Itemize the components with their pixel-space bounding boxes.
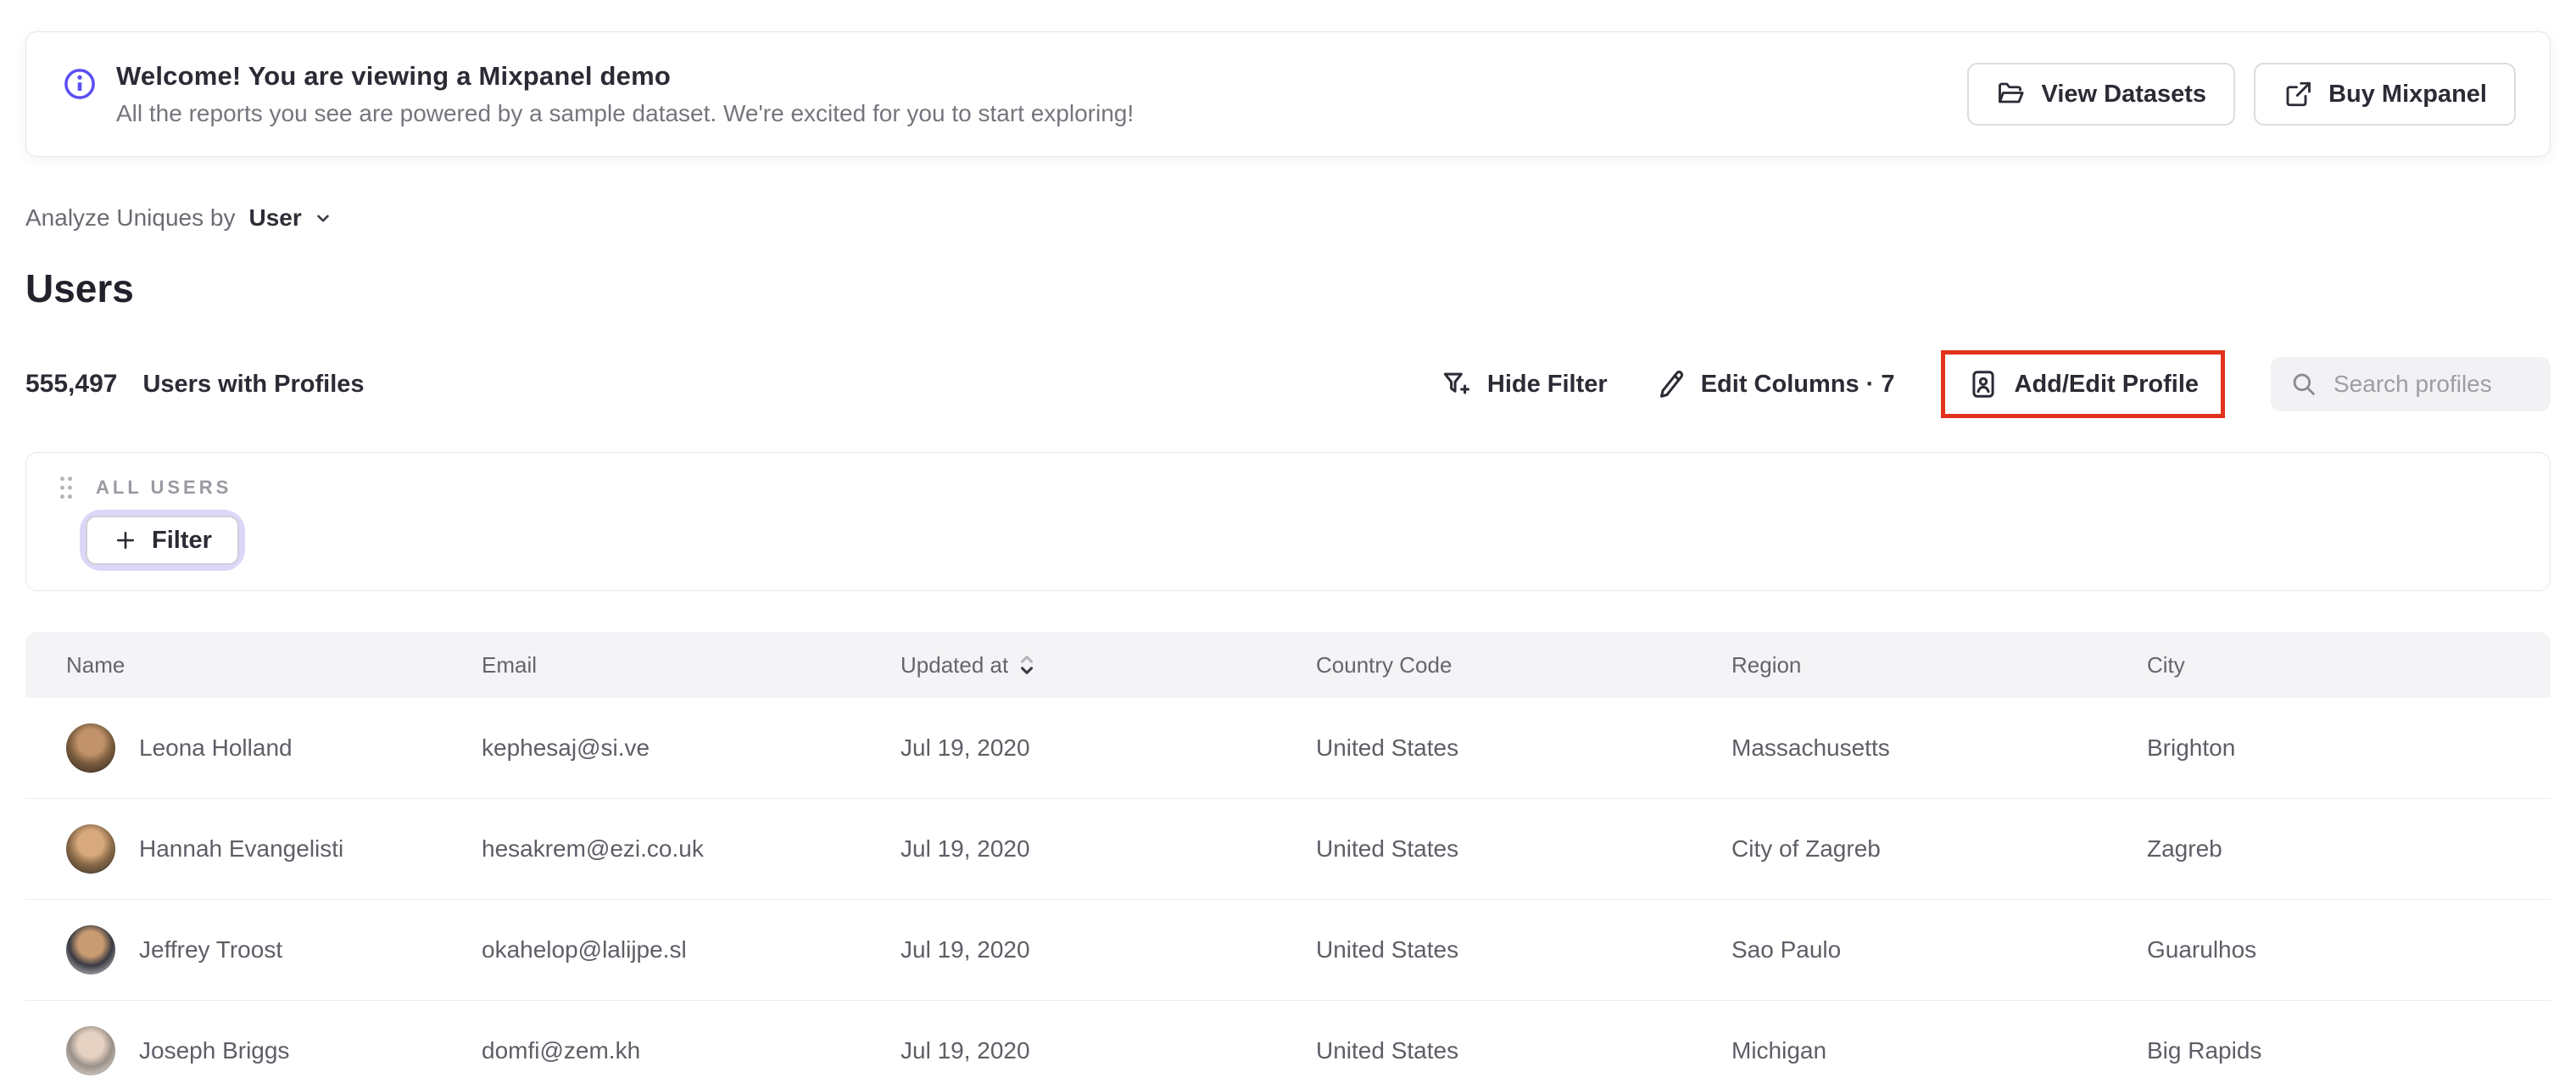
info-icon: [62, 66, 98, 102]
plus-icon: [113, 528, 138, 553]
table-row[interactable]: Hannah Evangelisti hesakrem@ezi.co.uk Ju…: [25, 799, 2551, 900]
table-header-row: Name Email Updated at Country Code Regio…: [25, 632, 2551, 698]
funnel-plus-icon: [1440, 368, 1472, 400]
edit-columns-label: Edit Columns · 7: [1700, 370, 1895, 398]
search-profiles-box[interactable]: [2271, 357, 2551, 411]
avatar: [66, 824, 115, 874]
user-city: Brighton: [2147, 734, 2236, 761]
add-edit-profile-button[interactable]: Add/Edit Profile: [1967, 368, 2200, 400]
view-datasets-button[interactable]: View Datasets: [1966, 63, 2236, 126]
table-row[interactable]: Jeffrey Troost okahelop@lalijpe.sl Jul 1…: [25, 900, 2551, 1001]
column-header-name[interactable]: Name: [25, 652, 441, 679]
user-name: Jeffrey Troost: [139, 936, 283, 963]
user-region: City of Zagreb: [1731, 835, 1881, 862]
view-datasets-label: View Datasets: [2041, 80, 2207, 108]
user-updated-at: Jul 19, 2020: [900, 734, 1030, 761]
hide-filter-button[interactable]: Hide Filter: [1440, 368, 1608, 400]
hide-filter-label: Hide Filter: [1486, 370, 1608, 398]
profile-badge-icon: [1967, 368, 1999, 400]
column-header-country-code[interactable]: Country Code: [1275, 652, 1691, 679]
user-country-code: United States: [1316, 734, 1459, 761]
user-country-code: United States: [1316, 1037, 1459, 1064]
filter-button-focus-ring: Filter: [86, 516, 239, 565]
analyze-by-label: Analyze Uniques by: [25, 204, 236, 231]
profiles-count: 555,497: [25, 370, 118, 398]
banner-subtitle: All the reports you see are powered by a…: [116, 100, 1135, 126]
user-email: hesakrem@ezi.co.uk: [482, 835, 704, 862]
summary-toolbar-row: 555,497 Users with Profiles Hide Filter: [25, 350, 2551, 418]
annotation-highlight-box: Add/Edit Profile: [1940, 350, 2225, 418]
user-email: domfi@zem.kh: [482, 1037, 641, 1064]
add-edit-profile-label: Add/Edit Profile: [2014, 370, 2200, 398]
user-name: Joseph Briggs: [139, 1037, 290, 1064]
edit-columns-button[interactable]: Edit Columns · 7: [1653, 368, 1895, 400]
analyze-by-value: User: [248, 204, 302, 231]
column-header-updated-at[interactable]: Updated at: [860, 652, 1275, 679]
user-region: Michigan: [1731, 1037, 1827, 1064]
avatar: [66, 1026, 115, 1075]
user-name: Hannah Evangelisti: [139, 835, 344, 862]
sort-icon[interactable]: [1018, 653, 1035, 677]
banner-title: Welcome! You are viewing a Mixpanel demo: [116, 61, 672, 91]
user-country-code: United States: [1316, 835, 1459, 862]
column-header-city[interactable]: City: [2106, 652, 2551, 679]
drag-handle-icon[interactable]: [57, 475, 75, 500]
user-country-code: United States: [1316, 936, 1459, 963]
page-title: Users: [25, 266, 134, 310]
user-updated-at: Jul 19, 2020: [900, 936, 1030, 963]
demo-banner: Welcome! You are viewing a Mixpanel demo…: [25, 31, 2551, 157]
user-email: kephesaj@si.ve: [482, 734, 650, 761]
user-email: okahelop@lalijpe.sl: [482, 936, 687, 963]
user-city: Guarulhos: [2147, 936, 2257, 963]
all-users-group-label: ALL USERS: [96, 477, 232, 498]
users-page: Welcome! You are viewing a Mixpanel demo…: [0, 31, 2576, 1089]
folder-icon: [1996, 79, 2027, 109]
table-row[interactable]: Leona Holland kephesaj@si.ve Jul 19, 202…: [25, 698, 2551, 799]
filter-panel: ALL USERS Filter: [25, 452, 2551, 591]
analyze-uniques-row: Analyze Uniques by User: [25, 204, 2551, 232]
pencil-icon: [1653, 368, 1686, 400]
add-filter-button[interactable]: Filter: [86, 516, 239, 565]
column-header-email[interactable]: Email: [441, 652, 860, 679]
buy-mixpanel-label: Buy Mixpanel: [2328, 80, 2487, 108]
user-updated-at: Jul 19, 2020: [900, 1037, 1030, 1064]
external-link-icon: [2283, 79, 2313, 109]
column-header-region[interactable]: Region: [1691, 652, 2106, 679]
user-city: Zagreb: [2147, 835, 2222, 862]
user-region: Massachusetts: [1731, 734, 1890, 761]
user-name: Leona Holland: [139, 734, 293, 761]
user-updated-at: Jul 19, 2020: [900, 835, 1030, 862]
user-city: Big Rapids: [2147, 1037, 2262, 1064]
profiles-count-label: Users with Profiles: [142, 371, 365, 398]
analyze-by-dropdown[interactable]: User: [248, 204, 333, 232]
avatar: [66, 925, 115, 975]
add-filter-label: Filter: [152, 526, 212, 554]
table-row[interactable]: Joseph Briggs domfi@zem.kh Jul 19, 2020 …: [25, 1001, 2551, 1089]
chevron-down-icon: [312, 207, 334, 229]
buy-mixpanel-button[interactable]: Buy Mixpanel: [2254, 63, 2516, 126]
search-profiles-input[interactable]: [2333, 371, 2532, 398]
table-toolbar: Hide Filter Edit Columns · 7 Add/Edit Pr…: [1440, 350, 2551, 418]
user-region: Sao Paulo: [1731, 936, 1842, 963]
avatar: [66, 723, 115, 773]
profiles-table: Name Email Updated at Country Code Regio…: [25, 632, 2551, 1089]
search-icon: [2289, 370, 2318, 399]
